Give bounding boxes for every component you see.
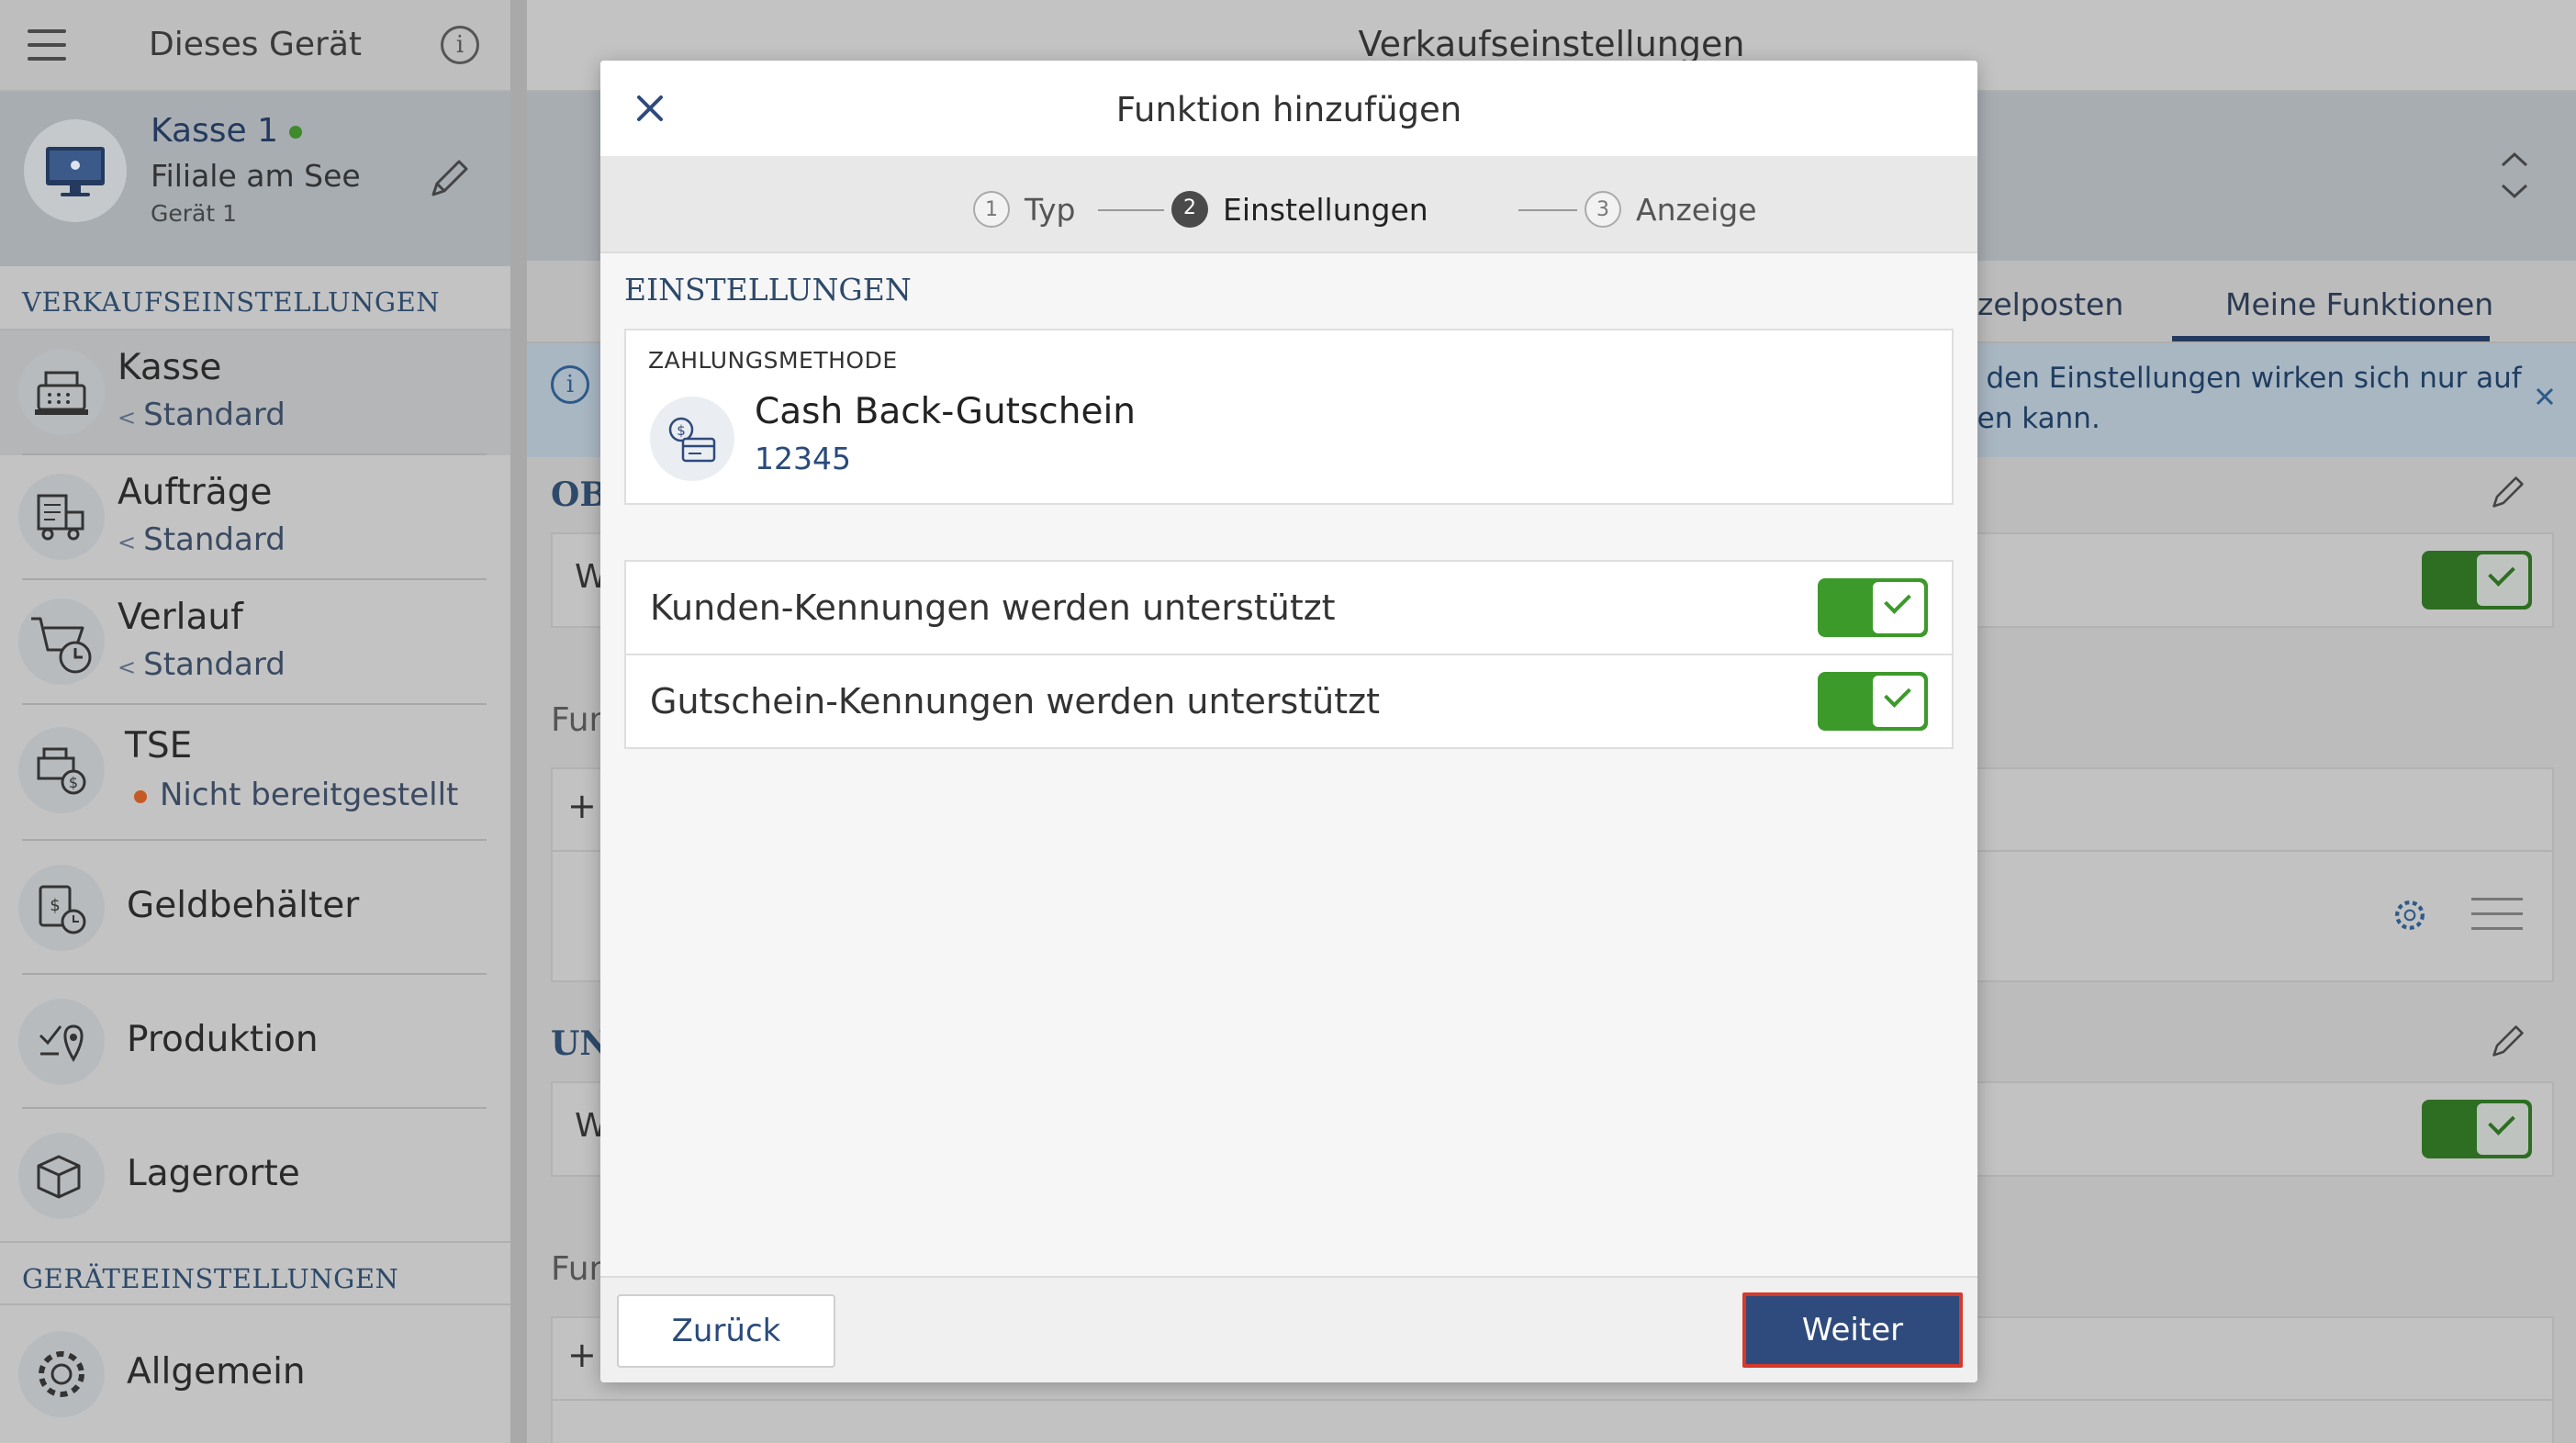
notice-text: n den Einstellungen wirken sich nur auf d…: [1959, 362, 2522, 435]
option-row-gutschein-kennungen: Gutschein-Kennungen werden unterstützt: [624, 654, 1954, 749]
gear-icon: [18, 1331, 105, 1417]
payment-method-card: ZAHLUNGSMETHODE $ Cash Back-Gutschein 12…: [624, 329, 1954, 505]
voucher-card-icon: $: [650, 397, 734, 481]
section-heading: EINSTELLUNGEN: [624, 272, 912, 308]
chevron-up-icon[interactable]: [2497, 149, 2532, 171]
drag-handle-icon[interactable]: [2471, 898, 2523, 930]
step-anzeige: 3 Anzeige: [1585, 191, 1757, 228]
sidebar-item-geldbehaelter[interactable]: $ Geldbehälter: [0, 841, 510, 966]
option-label: Kunden-Kennungen werden unterstützt: [650, 587, 1336, 628]
step-number: 3: [1585, 191, 1621, 228]
sidebar-item-tse[interactable]: $ TSE Nicht bereitgestellt: [0, 705, 510, 830]
sidebar-item-verlauf[interactable]: Verlauf < Standard: [0, 580, 510, 705]
sidebar-item-label: Geldbehälter: [127, 885, 360, 926]
close-icon[interactable]: [2532, 384, 2558, 409]
sidebar: Dieses Gerät i Kasse 1 Filiale am See Ge…: [0, 0, 510, 1443]
active-tab-indicator: [2172, 336, 2490, 341]
svg-text:$: $: [69, 774, 78, 791]
payment-method-label: ZAHLUNGSMETHODE: [648, 347, 898, 374]
sidebar-item-label: Allgemein: [127, 1351, 306, 1393]
device-card[interactable]: Kasse 1 Filiale am See Gerät 1: [0, 92, 510, 266]
sidebar-item-produktion[interactable]: Produktion: [0, 975, 510, 1100]
cash-drawer-icon: $: [18, 865, 105, 951]
dialog-body: EINSTELLUNGEN ZAHLUNGSMETHODE $ Cash Bac…: [600, 253, 1977, 1337]
add-icon[interactable]: +: [567, 1335, 597, 1375]
step-typ: 1 Typ: [973, 191, 1076, 228]
chevron-down-icon[interactable]: [2497, 180, 2532, 202]
tse-icon: $: [18, 727, 105, 813]
page-title: Verkaufseinstellungen: [1358, 24, 1745, 64]
sidebar-item-auftraege[interactable]: Aufträge < Standard: [0, 455, 510, 580]
sidebar-item-label: Produktion: [127, 1019, 319, 1060]
sidebar-item-sublabel: < Standard: [118, 397, 286, 433]
dialog-title: Funktion hinzufügen: [1115, 90, 1462, 129]
sidebar-header: Dieses Gerät i: [0, 0, 510, 92]
step-label: Anzeige: [1636, 191, 1757, 228]
gutschein-kennungen-toggle[interactable]: [1818, 672, 1928, 731]
sidebar-item-sublabel: < Standard: [118, 646, 286, 683]
add-icon[interactable]: +: [567, 786, 597, 826]
option-label: Gutschein-Kennungen werden unterstützt: [650, 681, 1381, 722]
share-icon: <: [118, 530, 137, 555]
storage-icon: [18, 1133, 105, 1219]
edit-pencil-icon[interactable]: [2486, 470, 2530, 514]
gear-icon[interactable]: [2387, 892, 2433, 938]
payment-method-name: Cash Back-Gutschein: [755, 391, 1137, 432]
divider: [553, 1399, 2552, 1401]
step-indicator: 1 Typ 2 Einstellungen 3 Anzeige: [600, 156, 1977, 253]
edit-pencil-icon[interactable]: [424, 152, 476, 204]
share-icon: <: [118, 654, 137, 680]
order-truck-icon: [18, 474, 105, 560]
sidebar-item-kasse[interactable]: Kasse < Standard: [0, 330, 510, 455]
sidebar-item-sublabel: Nicht bereitgestellt: [134, 777, 458, 813]
sidebar-item-lagerorte[interactable]: Lagerorte: [0, 1109, 510, 1234]
add-function-dialog: Funktion hinzufügen 1 Typ 2 Einstellunge…: [600, 61, 1977, 1382]
sidebar-item-label: Verlauf: [118, 597, 243, 638]
production-icon: [18, 999, 105, 1085]
warning-status-dot: [134, 789, 147, 803]
step-number: 1: [973, 191, 1010, 228]
device-monitor-icon: [24, 119, 127, 222]
tab-einzelposten[interactable]: zelposten: [1977, 286, 2123, 322]
device-branch: Filiale am See: [151, 158, 361, 194]
payment-method-code: 12345: [755, 441, 851, 476]
section-sales-settings: VERKAUFSEINSTELLUNGEN: [0, 266, 510, 330]
dialog-header: Funktion hinzufügen: [600, 61, 1977, 156]
svg-text:$: $: [50, 896, 60, 915]
tab-meine-funktionen[interactable]: Meine Funktionen: [2225, 286, 2493, 322]
history-cart-icon: [18, 598, 105, 685]
next-button[interactable]: Weiter: [1742, 1292, 1963, 1368]
edit-pencil-icon[interactable]: [2486, 1019, 2530, 1063]
step-einstellungen: 2 Einstellungen: [1171, 191, 1428, 228]
online-status-dot: [289, 126, 303, 139]
sidebar-item-allgemein[interactable]: Allgemein: [0, 1307, 510, 1432]
sidebar-item-label: Lagerorte: [127, 1153, 300, 1194]
info-icon: i: [551, 365, 589, 404]
step-connector: [1518, 209, 1577, 211]
step-number: 2: [1171, 191, 1208, 228]
share-icon: <: [118, 405, 137, 431]
sidebar-item-label: Aufträge: [118, 472, 273, 513]
step-label: Einstellungen: [1223, 191, 1428, 228]
sidebar-divider[interactable]: [510, 0, 527, 1443]
section-device-settings: GERÄTEEINSTELLUNGEN: [0, 1241, 510, 1305]
cash-register-icon: [18, 349, 105, 435]
svg-text:$: $: [677, 422, 686, 439]
step-connector: [1098, 209, 1164, 211]
info-icon[interactable]: i: [441, 26, 479, 64]
dialog-footer: Zurück Weiter: [600, 1276, 1977, 1382]
sidebar-item-sublabel: < Standard: [118, 521, 286, 558]
sidebar-item-label: Kasse: [118, 347, 222, 388]
device-subtitle: Gerät 1: [151, 200, 238, 227]
device-name: Kasse 1: [151, 112, 303, 150]
setting-toggle[interactable]: [2422, 551, 2532, 610]
sidebar-item-label: TSE: [125, 725, 193, 766]
back-button[interactable]: Zurück: [617, 1294, 835, 1368]
sidebar-title: Dieses Gerät: [149, 26, 362, 63]
kunden-kennungen-toggle[interactable]: [1818, 578, 1928, 637]
option-row-kunden-kennungen: Kunden-Kennungen werden unterstützt: [624, 560, 1954, 655]
setting-toggle[interactable]: [2422, 1100, 2532, 1158]
step-label: Typ: [1025, 191, 1076, 228]
